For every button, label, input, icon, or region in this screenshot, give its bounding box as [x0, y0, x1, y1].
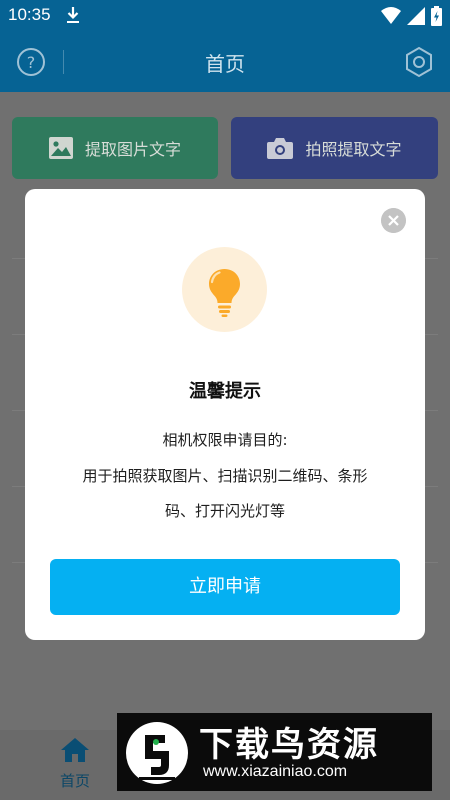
photo-extract-text-button[interactable]: 拍照提取文字: [231, 117, 438, 179]
watermark-url: www.xiazainiao.com: [203, 763, 348, 780]
page-title: 首页: [205, 52, 245, 76]
extract-image-text-label: 提取图片文字: [84, 140, 181, 159]
battery-icon: [431, 6, 442, 26]
dialog-title: 温馨提示: [189, 381, 261, 402]
photo-extract-text-label: 拍照提取文字: [305, 140, 402, 159]
download-icon: [67, 7, 79, 23]
watermark-title: 下载鸟资源: [199, 725, 379, 765]
image-icon: [48, 137, 73, 159]
home-icon: [61, 738, 89, 762]
extract-image-text-button[interactable]: 提取图片文字: [12, 117, 218, 179]
dialog-text-line: 相机权限申请目的:: [162, 431, 288, 449]
close-icon[interactable]: [381, 208, 406, 233]
bird-logo-icon: [126, 722, 188, 784]
apply-now-button[interactable]: 立即申请: [50, 559, 400, 615]
status-time: 10:35: [8, 5, 51, 24]
wifi-icon: [381, 7, 401, 24]
camera-icon: [267, 138, 294, 159]
lightbulb-icon: [209, 269, 240, 317]
app-bar: ? 首页: [0, 32, 450, 92]
settings-icon[interactable]: [404, 46, 434, 78]
dialog-text-line: 码、打开闪光灯等: [164, 502, 285, 520]
permission-dialog: 温馨提示 相机权限申请目的: 用于拍照获取图片、扫描识别二维码、条形 码、打开闪…: [25, 189, 425, 640]
signal-icon: [407, 7, 425, 25]
lightbulb-badge: [182, 247, 267, 332]
watermark-banner: 下载鸟资源 www.xiazainiao.com: [117, 713, 432, 791]
dialog-text-line: 用于拍照获取图片、扫描识别二维码、条形: [82, 467, 368, 485]
nav-home-label: 首页: [59, 772, 90, 790]
nav-home[interactable]: 首页: [42, 738, 108, 791]
status-bar: 10:35: [0, 0, 450, 32]
